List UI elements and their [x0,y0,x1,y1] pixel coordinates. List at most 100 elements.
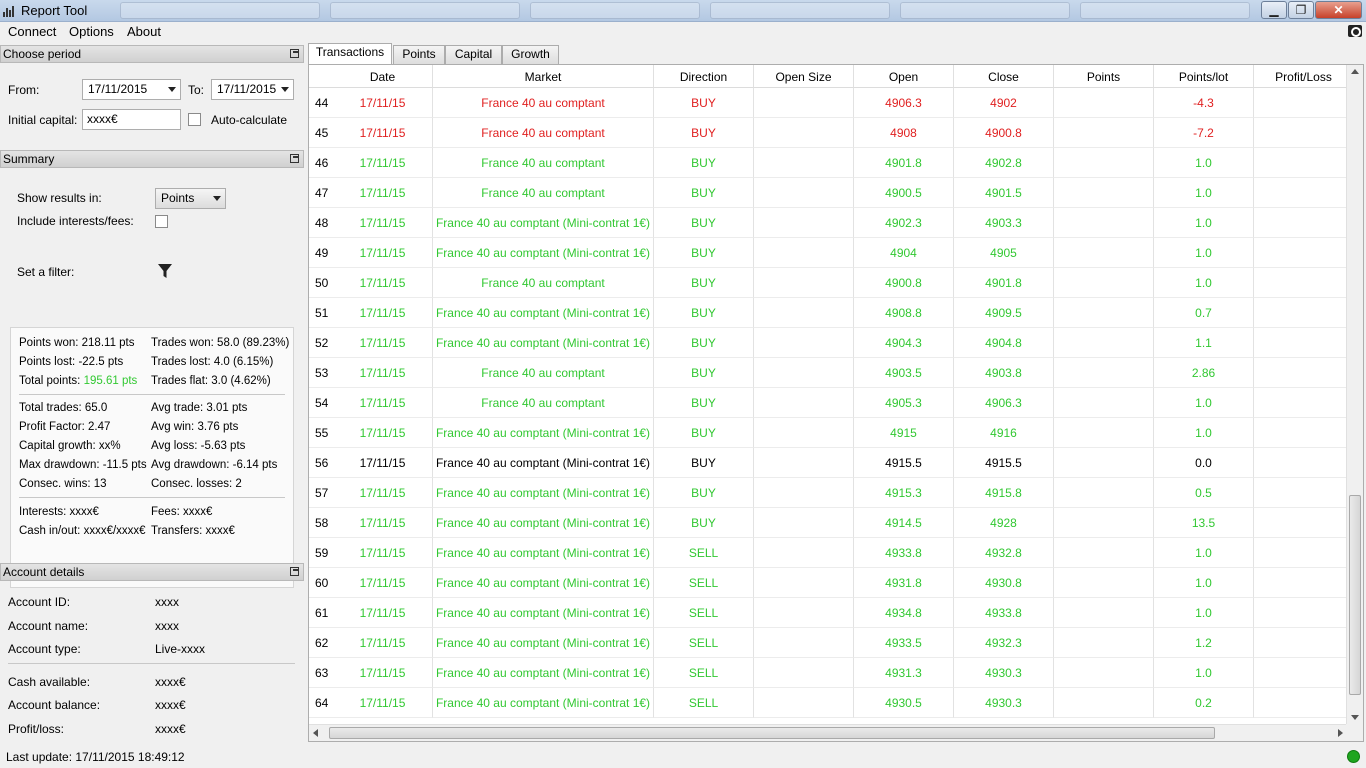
table-row[interactable]: 46 17/11/15 France 40 au comptant BUY 4901.8… [309,148,1347,178]
menu-options[interactable]: Options [69,24,114,39]
close-cell: 4906.3 [954,388,1054,418]
initial-capital-input[interactable]: xxxx€ [82,109,181,130]
table-row[interactable]: 45 17/11/15 France 40 au comptant BUY 4908 49… [309,118,1347,148]
column-header-open-size[interactable]: Open Size [754,65,854,88]
column-header-profit-loss[interactable]: Profit/Loss [1254,65,1354,88]
column-header-points[interactable]: Points [1054,65,1154,88]
points-cell [1054,478,1154,508]
close-cell: 4932.3 [954,628,1054,658]
close-cell: 4901.5 [954,178,1054,208]
auto-calculate-checkbox[interactable] [188,113,201,126]
close-cell: 4904.8 [954,328,1054,358]
date-cell: 17/11/15 [333,418,433,448]
open-cell: 4908 [854,118,954,148]
profit-loss-cell [1254,508,1347,538]
horizontal-scroll-thumb[interactable] [329,727,1215,739]
market-cell: France 40 au comptant (Mini-contrat 1€) [433,688,654,718]
menu-about[interactable]: About [127,24,161,39]
table-row[interactable]: 59 17/11/15 France 40 au comptant (Mini-co… [309,538,1347,568]
direction-cell: BUY [654,238,754,268]
table-row[interactable]: 44 17/11/15 France 40 au comptant BUY 4906.3… [309,88,1347,118]
column-header-open[interactable]: Open [854,65,954,88]
to-date-picker[interactable]: 17/11/2015 [211,79,294,100]
direction-cell: BUY [654,388,754,418]
tab-points[interactable]: Points [393,45,445,64]
undock-icon[interactable] [290,154,299,163]
date-cell: 17/11/15 [333,88,433,118]
close-cell: 4932.8 [954,538,1054,568]
table-row[interactable]: 54 17/11/15 France 40 au comptant BUY 4905.3… [309,388,1347,418]
from-date-picker[interactable]: 17/11/2015 [82,79,181,100]
scroll-up-icon[interactable] [1351,69,1359,74]
column-header-close[interactable]: Close [954,65,1054,88]
total-points-label: Total points: [19,375,81,387]
camera-icon[interactable] [1348,25,1362,37]
profit-loss-cell [1254,88,1347,118]
table-row[interactable]: 64 17/11/15 France 40 au comptant (Mini-co… [309,688,1347,718]
maximize-button[interactable]: ❐ [1288,1,1314,19]
interests: Interests: xxxx€ [19,506,99,518]
vertical-scrollbar[interactable] [1346,65,1363,724]
table-row[interactable]: 56 17/11/15 France 40 au comptant (Mini-co… [309,448,1347,478]
row-number: 52 [309,328,333,358]
table-row[interactable]: 57 17/11/15 France 40 au comptant (Mini-co… [309,478,1347,508]
table-row[interactable]: 63 17/11/15 France 40 au comptant (Mini-co… [309,658,1347,688]
menu-connect[interactable]: Connect [8,24,56,39]
show-results-select[interactable]: Points [155,188,226,209]
direction-cell: BUY [654,448,754,478]
include-interests-label: Include interests/fees: [17,214,134,228]
column-header-market[interactable]: Market [433,65,654,88]
scroll-down-icon[interactable] [1351,715,1359,720]
points-per-lot-cell: 1.0 [1154,148,1254,178]
column-header-points-per-lot[interactable]: Points/lot [1154,65,1254,88]
tab-growth[interactable]: Growth [502,45,559,64]
table-row[interactable]: 53 17/11/15 France 40 au comptant BUY 4903.5… [309,358,1347,388]
to-label: To: [188,83,205,97]
table-row[interactable]: 61 17/11/15 France 40 au comptant (Mini-co… [309,598,1347,628]
tab-capital[interactable]: Capital [445,45,502,64]
close-cell: 4902.8 [954,148,1054,178]
close-button[interactable]: ✕ [1315,1,1362,19]
table-row[interactable]: 62 17/11/15 France 40 au comptant (Mini-co… [309,628,1347,658]
table-row[interactable]: 48 17/11/15 France 40 au comptant (Mini-co… [309,208,1347,238]
table-row[interactable]: 55 17/11/15 France 40 au comptant (Mini-co… [309,418,1347,448]
undock-icon[interactable] [290,49,299,58]
horizontal-scrollbar[interactable] [309,724,1347,741]
close-cell: 4901.8 [954,268,1054,298]
filter-icon[interactable] [157,263,173,280]
table-row[interactable]: 52 17/11/15 France 40 au comptant (Mini-co… [309,328,1347,358]
open-size-cell [754,88,854,118]
table-row[interactable]: 51 17/11/15 France 40 au comptant (Mini-co… [309,298,1347,328]
table-row[interactable]: 47 17/11/15 France 40 au comptant BUY 4900.5… [309,178,1347,208]
open-size-cell [754,568,854,598]
date-cell: 17/11/15 [333,118,433,148]
row-number: 50 [309,268,333,298]
row-number: 46 [309,148,333,178]
date-cell: 17/11/15 [333,538,433,568]
direction-cell: BUY [654,328,754,358]
table-row[interactable]: 49 17/11/15 France 40 au comptant (Mini-co… [309,238,1347,268]
scroll-left-icon[interactable] [313,729,318,737]
minimize-button[interactable]: ▁ [1261,1,1287,19]
column-header-date[interactable]: Date [333,65,433,88]
chart-app-icon [2,4,16,18]
scroll-right-icon[interactable] [1338,729,1343,737]
market-cell: France 40 au comptant (Mini-contrat 1€) [433,418,654,448]
column-header-direction[interactable]: Direction [654,65,754,88]
table-row[interactable]: 60 17/11/15 France 40 au comptant (Mini-co… [309,568,1347,598]
open-size-cell [754,628,854,658]
points-cell [1054,238,1154,268]
include-interests-checkbox[interactable] [155,215,168,228]
profit-loss-cell [1254,328,1347,358]
tab-transactions[interactable]: Transactions [308,43,392,65]
row-number: 64 [309,688,333,718]
points-per-lot-cell: 1.0 [1154,178,1254,208]
vertical-scroll-thumb[interactable] [1349,495,1361,695]
table-row[interactable]: 50 17/11/15 France 40 au comptant BUY 4900.8… [309,268,1347,298]
table-row[interactable]: 58 17/11/15 France 40 au comptant (Mini-co… [309,508,1347,538]
direction-cell: SELL [654,568,754,598]
total-points: Total points: 195.61 pts [19,375,137,387]
open-size-cell [754,508,854,538]
undock-icon[interactable] [290,567,299,576]
account-type-label: Account type: [8,642,81,656]
